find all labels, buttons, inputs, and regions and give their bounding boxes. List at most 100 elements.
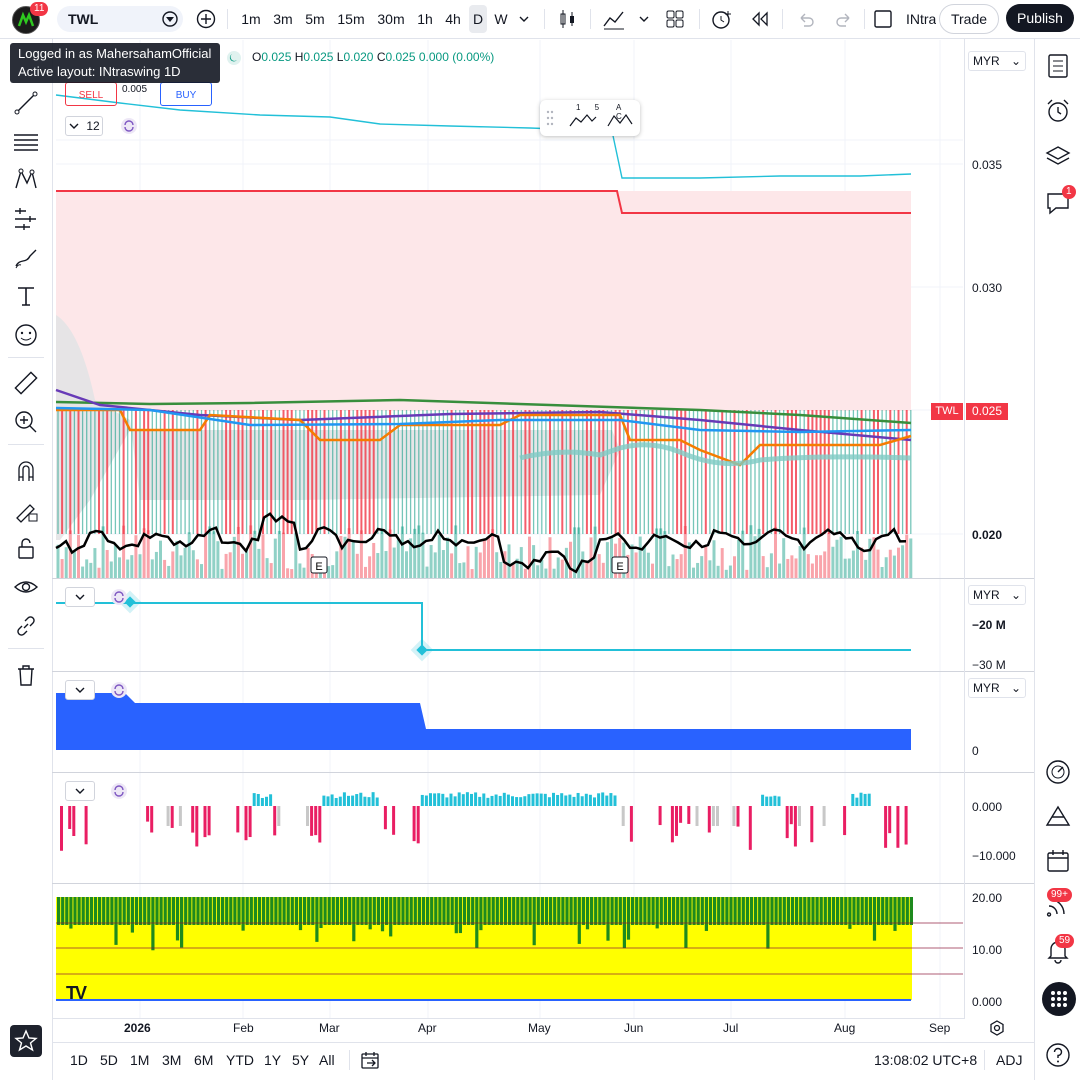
histogram-bar [449, 793, 453, 806]
goto-date-icon[interactable] [360, 1050, 382, 1070]
range-5y[interactable]: 5Y [292, 1052, 309, 1068]
range-all[interactable]: All [319, 1052, 335, 1068]
volume-bar [835, 539, 839, 578]
range-1y[interactable]: 1Y [264, 1052, 281, 1068]
histogram-bar [798, 806, 801, 826]
currency-select[interactable]: MYR ⌄ [968, 678, 1026, 698]
volume-bar [77, 534, 80, 578]
sell-button[interactable]: SELL [65, 82, 117, 106]
strength-bar [171, 897, 175, 925]
histogram-bar [810, 806, 814, 843]
time-axis[interactable] [52, 1018, 964, 1041]
drag-handle-icon[interactable] [546, 110, 554, 126]
sync-icon[interactable] [120, 117, 138, 135]
strength-bar [257, 897, 262, 925]
volume-bar [716, 565, 720, 578]
market-status-icon[interactable] [226, 50, 242, 66]
strength-bar [811, 897, 815, 925]
elliott-wave-icon[interactable] [568, 112, 598, 128]
strength-bar [495, 897, 499, 925]
strength-bar [905, 897, 909, 925]
range-1m[interactable]: 1M [130, 1052, 149, 1068]
strength-bar [163, 897, 167, 925]
strength-bar [569, 897, 573, 925]
sync-icon[interactable] [110, 681, 128, 699]
range-1d[interactable]: 1D [70, 1052, 88, 1068]
pane-collapse-button[interactable] [65, 781, 95, 801]
strength-bar [831, 897, 836, 925]
price-tick: 10.00 [972, 943, 1003, 957]
floating-drawing-panel[interactable]: 1 5 A C [540, 100, 640, 136]
volume-bar [724, 569, 728, 578]
strength-bar [864, 897, 868, 925]
pane-collapse-button[interactable] [65, 680, 95, 700]
strength-bar [503, 897, 508, 925]
pane-separator[interactable] [52, 883, 1034, 884]
histogram-bar [613, 795, 617, 806]
volume-bar [167, 565, 171, 578]
strength-bar [286, 897, 290, 925]
volume-bar [60, 559, 64, 578]
time-tick: May [528, 1021, 551, 1035]
volume-bar [815, 555, 818, 578]
pane-separator[interactable] [52, 772, 1034, 773]
volume-bar [224, 553, 228, 578]
volume-bar [901, 545, 905, 578]
histogram-bar [72, 806, 76, 836]
strength-bar [241, 897, 245, 931]
histogram-bar [351, 795, 355, 806]
volume-bar [245, 550, 249, 578]
volume-bar [138, 554, 142, 578]
strength-bar [655, 897, 659, 929]
buy-button[interactable]: BUY [160, 82, 212, 106]
pane-collapse-button[interactable] [65, 587, 95, 607]
volume-bar [560, 559, 564, 578]
settings-icon[interactable] [988, 1019, 1006, 1037]
histogram-bar [470, 793, 473, 806]
histogram-bar [502, 792, 506, 806]
histogram-bar [605, 795, 609, 806]
strength-bar [151, 897, 155, 951]
strength-bar [348, 897, 352, 925]
strength-bar [696, 897, 700, 925]
chart-canvas[interactable]: E E [0, 0, 1080, 1080]
volume-bar [89, 562, 93, 578]
strength-bar [389, 897, 393, 937]
strength-bar [819, 897, 823, 925]
earnings-marker[interactable]: E [310, 556, 328, 574]
volume-bar [884, 557, 888, 578]
strength-bar [499, 897, 503, 925]
pane-separator[interactable] [52, 671, 1034, 672]
range-3m[interactable]: 3M [162, 1052, 181, 1068]
currency-select[interactable]: MYR ⌄ [968, 51, 1026, 71]
currency-select[interactable]: MYR ⌄ [968, 585, 1026, 605]
strength-bar [274, 897, 278, 925]
sync-icon[interactable] [110, 588, 128, 606]
strength-bar [372, 897, 376, 925]
adjust-toggle[interactable]: ADJ [996, 1052, 1022, 1068]
strength-bar [823, 897, 827, 925]
histogram-bar [884, 806, 888, 848]
range-ytd[interactable]: YTD [226, 1052, 254, 1068]
abc-wave-icon[interactable] [606, 112, 636, 128]
pane-separator[interactable] [52, 578, 1034, 579]
strength-bar [901, 897, 905, 925]
earnings-marker[interactable]: E [611, 556, 629, 574]
time-tick: Feb [233, 1021, 254, 1035]
volume-bar [466, 546, 470, 578]
histogram-bar [765, 796, 769, 806]
volume-bar [97, 567, 101, 578]
clock[interactable]: 13:08:02 UTC+8 [874, 1052, 977, 1068]
sync-icon[interactable] [110, 782, 128, 800]
strength-bar [311, 897, 315, 925]
volume-bar [380, 529, 384, 578]
strength-bar [106, 897, 110, 925]
price-bars [56, 410, 913, 578]
range-5d[interactable]: 5D [100, 1052, 118, 1068]
last-price-tag: 0.025 [966, 403, 1008, 420]
volume-bar [335, 551, 339, 578]
histogram-bar [412, 806, 416, 842]
strength-bar [233, 897, 237, 925]
range-6m[interactable]: 6M [194, 1052, 213, 1068]
indicators-toggle[interactable]: 12 [65, 116, 103, 136]
